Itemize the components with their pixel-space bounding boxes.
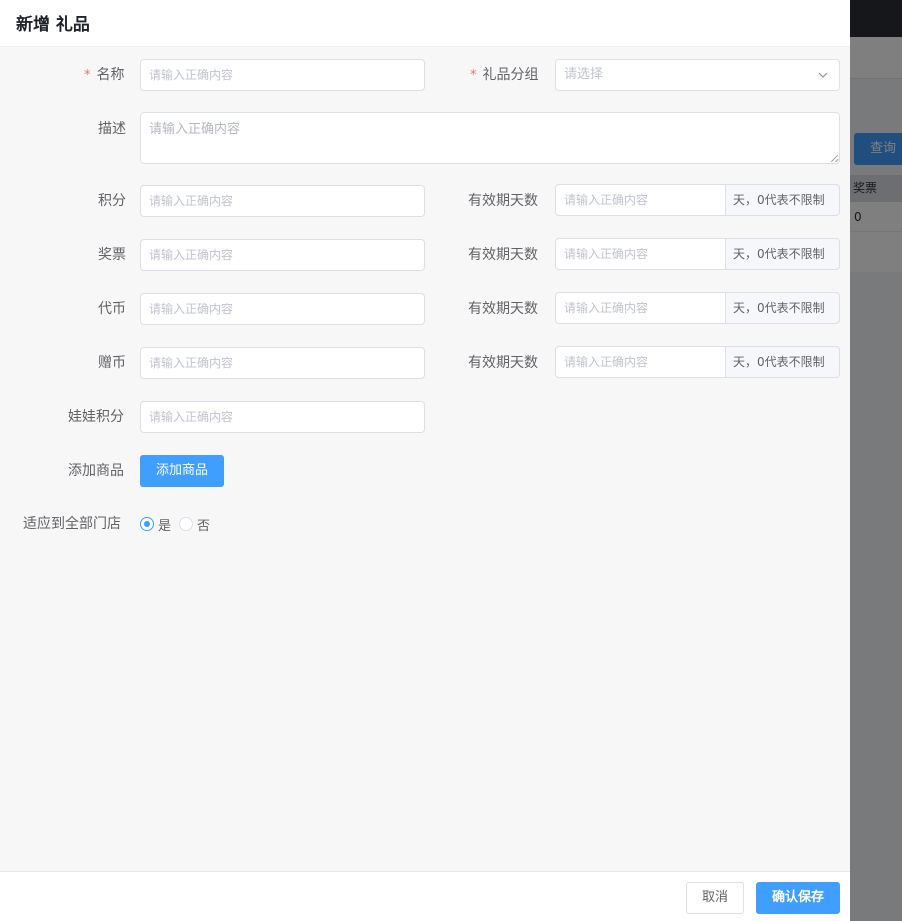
category-label: 礼品分组 <box>470 59 539 91</box>
category-select-placeholder: 请选择 <box>564 67 604 82</box>
bonus-coins-validity-input[interactable]: 请输入正确内容 <box>555 346 726 378</box>
tokens-validity-input[interactable]: 请输入正确内容 <box>555 292 726 324</box>
radio-no-label: 否 <box>197 518 211 534</box>
name-input[interactable]: 请输入正确内容 <box>140 59 425 91</box>
doll-points-input[interactable]: 请输入正确内容 <box>140 401 425 433</box>
points-validity-input[interactable]: 请输入正确内容 <box>555 184 726 216</box>
tokens-validity-suffix: 天，0代表不限制 <box>725 292 840 324</box>
tickets-validity-input[interactable]: 请输入正确内容 <box>555 238 726 270</box>
confirm-save-button[interactable]: 确认保存 <box>756 882 840 914</box>
resize-handle-icon[interactable] <box>830 154 838 162</box>
drawer-footer: 取消 确认保存 <box>0 871 850 921</box>
description-label: 描述 <box>98 121 126 137</box>
name-label: 名称 <box>84 59 125 91</box>
points-validity-label: 有效期天数 <box>468 193 538 209</box>
points-label: 积分 <box>98 193 126 209</box>
bonus-coins-label: 赠币 <box>98 355 126 371</box>
all-stores-label: 适应到全部门店 <box>23 516 121 532</box>
radio-no-indicator[interactable] <box>179 517 193 531</box>
tickets-validity-label: 有效期天数 <box>468 247 538 263</box>
doll-points-label: 娃娃积分 <box>68 409 124 425</box>
radio-yes-label: 是 <box>158 518 172 534</box>
bonus-coins-validity-label: 有效期天数 <box>468 355 538 371</box>
tickets-validity-suffix: 天，0代表不限制 <box>725 238 840 270</box>
tokens-input[interactable]: 请输入正确内容 <box>140 293 425 325</box>
tickets-label: 奖票 <box>98 247 126 263</box>
add-product-label: 添加商品 <box>68 463 124 479</box>
chevron-down-icon <box>818 72 828 78</box>
add-gift-drawer: 新增 礼品 名称 请输入正确内容 礼品分组 请选择 描述 请输入正确内容 积分 … <box>0 0 850 921</box>
points-validity-suffix: 天，0代表不限制 <box>725 184 840 216</box>
drawer-title: 新增 礼品 <box>16 15 90 35</box>
points-input[interactable]: 请输入正确内容 <box>140 185 425 217</box>
description-textarea[interactable]: 请输入正确内容 <box>140 112 840 164</box>
tokens-label: 代币 <box>98 301 126 317</box>
cancel-button[interactable]: 取消 <box>686 882 744 914</box>
description-placeholder: 请输入正确内容 <box>149 122 241 137</box>
bonus-coins-input[interactable]: 请输入正确内容 <box>140 347 425 379</box>
radio-yes-indicator[interactable] <box>140 517 154 531</box>
add-product-button[interactable]: 添加商品 <box>140 455 224 487</box>
radio-no[interactable]: 否 <box>179 517 211 534</box>
bonus-coins-validity-suffix: 天，0代表不限制 <box>725 346 840 378</box>
category-select[interactable]: 请选择 <box>555 59 840 91</box>
drawer-header: 新增 礼品 <box>0 0 850 47</box>
radio-yes[interactable]: 是 <box>140 517 172 534</box>
tokens-validity-label: 有效期天数 <box>468 301 538 317</box>
tickets-input[interactable]: 请输入正确内容 <box>140 239 425 271</box>
